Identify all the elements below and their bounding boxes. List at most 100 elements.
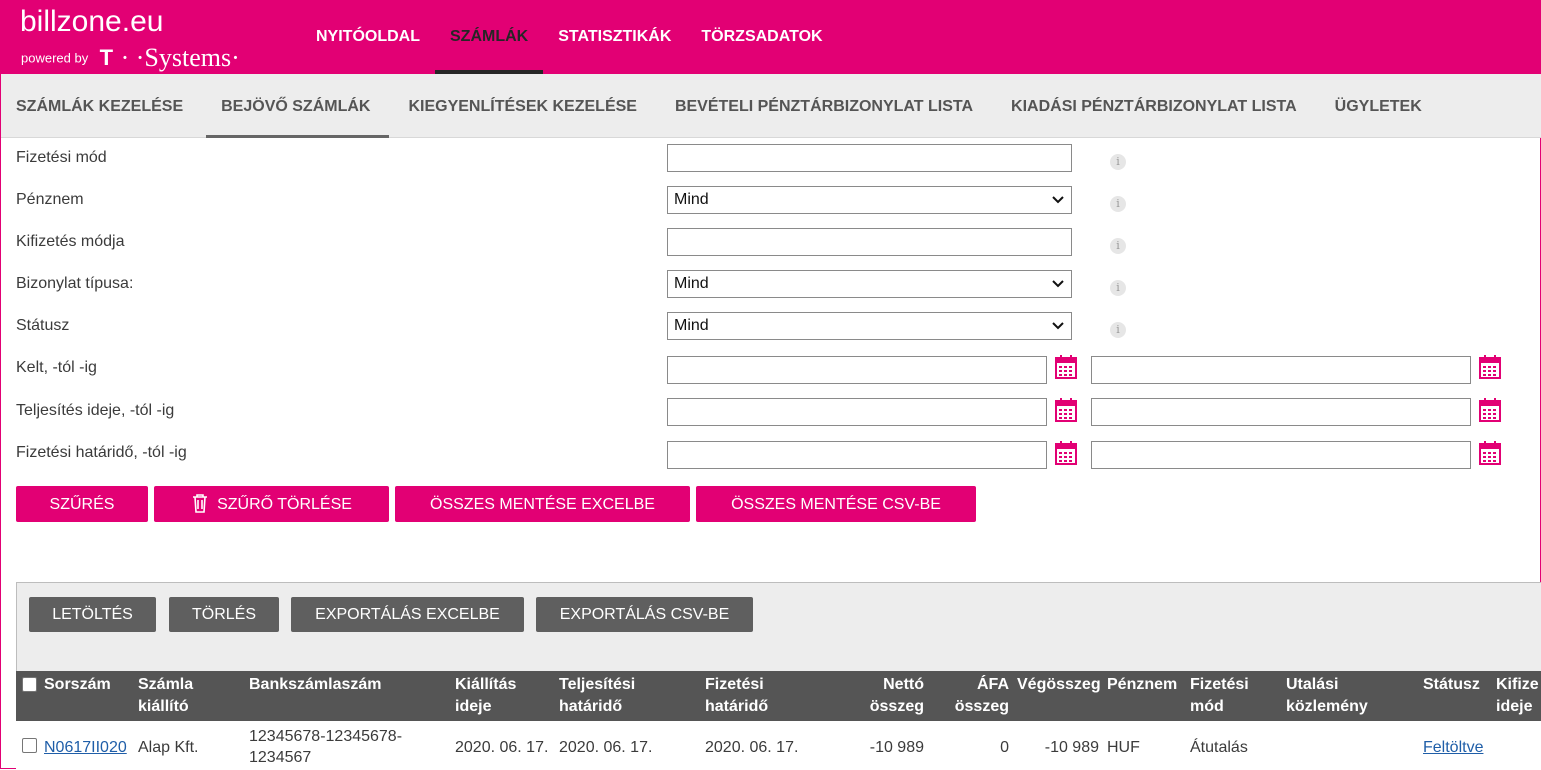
label-kifizetes-modja: Kifizetés módja [16, 233, 125, 250]
calendar-icon[interactable] [1478, 354, 1502, 380]
download-button[interactable]: LETÖLTÉS [29, 597, 156, 632]
row-checkbox[interactable] [22, 738, 37, 753]
clear-filter-button[interactable]: SZŰRŐ TÖRLÉSE [154, 486, 389, 522]
col-kifizetes-ideje[interactable]: Kifize ideje [1496, 674, 1541, 718]
tab-beveteli-penztarbizonylat-lista[interactable]: BEVÉTELI PÉNZTÁRBIZONYLAT LISTA [660, 74, 992, 137]
info-icon[interactable]: i [1110, 196, 1126, 212]
hatarido-from-input[interactable] [667, 441, 1047, 469]
tab-kiadasi-penztarbizonylat-lista[interactable]: KIADÁSI PÉNZTÁRBIZONYLAT LISTA [996, 74, 1316, 137]
col-kiallitas-ideje[interactable]: Kiállítás ideje [455, 674, 516, 718]
col-penznem[interactable]: Pénznem [1107, 674, 1177, 696]
col-szamla-kiallito[interactable]: Számla kiállító [138, 674, 193, 718]
fizetesi-mod-input[interactable] [667, 144, 1072, 172]
col-kiallitas-line2: ideje [455, 698, 492, 715]
cell-bank-line2: 1234567 [249, 749, 312, 766]
label-teljesites-ideje: Teljesítés ideje, -tól -ig [16, 402, 175, 419]
select-all-checkbox[interactable] [22, 677, 37, 692]
label-statusz: Státusz [16, 317, 70, 334]
info-icon[interactable]: i [1110, 238, 1126, 254]
col-teljesitesi-hatarido[interactable]: Teljesítési határidő [559, 674, 635, 718]
col-kifiz-line2: ideje [1496, 698, 1533, 715]
save-all-excel-button[interactable]: ÖSSZES MENTÉSE EXCELBE [395, 486, 690, 522]
col-fizetesi-line2: határidő [705, 698, 769, 715]
logo-systems: · ·Systems· [120, 43, 240, 72]
nav-szamlak[interactable]: SZÁMLÁK [435, 1, 544, 74]
chevron-down-icon [1052, 322, 1064, 330]
hatarido-to-input[interactable] [1091, 441, 1471, 469]
logo-tagline: powered by T · ·Systems· [21, 43, 240, 73]
cell-vegosszeg: -10 989 [1044, 739, 1099, 756]
col-szamla-kiallito-line1: Számla [138, 676, 194, 693]
label-bizonylat-tipusa: Bizonylat típusa: [16, 275, 134, 292]
trash-icon [193, 493, 208, 513]
chevron-down-icon [1052, 196, 1064, 204]
cell-netto: -10 989 [869, 739, 924, 756]
penznem-select[interactable]: Mind [667, 186, 1072, 214]
billzone-logo[interactable]: billzone.eu powered by T · ·Systems· [20, 5, 240, 72]
teljesites-from-input[interactable] [667, 398, 1047, 426]
nav-nyitooldal[interactable]: NYITÓOLDAL [301, 1, 435, 74]
col-bankszamlaszam[interactable]: Bankszámlaszám [249, 674, 382, 696]
tab-ugyletek[interactable]: ÜGYLETEK [1320, 74, 1441, 137]
col-kiallitas-line1: Kiállítás [455, 676, 517, 693]
bizonylat-tipusa-select[interactable]: Mind [667, 270, 1072, 298]
save-all-csv-button[interactable]: ÖSSZES MENTÉSE CSV-BE [696, 486, 976, 522]
col-szamla-kiallito-line2: kiállító [138, 698, 189, 715]
status-link[interactable]: Feltöltve [1423, 737, 1483, 758]
col-netto-osszeg[interactable]: Nettó összeg [861, 674, 924, 718]
calendar-icon[interactable] [1054, 397, 1078, 423]
tab-szamlak-kezelese[interactable]: SZÁMLÁK KEZELÉSE [1, 74, 202, 137]
cell-bank-line1: 12345678-12345678- [249, 728, 403, 745]
tab-bejovo-szamlak[interactable]: BEJÖVŐ SZÁMLÁK [206, 74, 390, 138]
col-afa-line1: ÁFA [977, 676, 1009, 693]
tab-kiegyenlitesek-kezelese[interactable]: KIEGYENLÍTÉSEK KEZELÉSE [393, 74, 655, 137]
cell-fizetesi-hatarido: 2020. 06. 17. [705, 739, 799, 756]
label-fizetesi-hatarido: Fizetési határidő, -tól -ig [16, 444, 187, 461]
calendar-icon[interactable] [1054, 354, 1078, 380]
col-afa-line2: összeg [954, 698, 1009, 715]
kelt-from-input[interactable] [667, 356, 1047, 384]
logo-powered-by: powered by [21, 50, 89, 66]
logo-wordmark: billzone.eu [20, 5, 164, 38]
col-afa-osszeg[interactable]: ÁFA összeg [949, 674, 1009, 718]
statusz-value: Mind [674, 317, 709, 334]
clear-filter-label: SZŰRŐ TÖRLÉSE [217, 496, 352, 513]
calendar-icon[interactable] [1478, 440, 1502, 466]
penznem-value: Mind [674, 191, 709, 208]
calendar-icon[interactable] [1478, 397, 1502, 423]
col-fizmod-line1: Fizetési [1190, 676, 1249, 693]
nav-statisztikak[interactable]: STATISZTIKÁK [543, 1, 686, 74]
col-utalasi-kozlemeny[interactable]: Utalási közlemény [1286, 674, 1368, 718]
label-fizetesi-mod: Fizetési mód [16, 149, 107, 166]
main-nav: NYITÓOLDAL SZÁMLÁK STATISZTIKÁK TÖRZSADA… [301, 1, 838, 74]
col-netto-line2: összeg [869, 698, 924, 715]
cell-kiallito: Alap Kft. [138, 739, 199, 756]
info-icon[interactable]: i [1110, 322, 1126, 338]
col-fizmod-line2: mód [1190, 698, 1224, 715]
invoice-number-link[interactable]: N0617II020 [44, 737, 127, 758]
col-kifiz-line1: Kifize [1496, 676, 1539, 693]
top-header: billzone.eu powered by T · ·Systems· NYI… [1, 1, 1541, 74]
delete-button[interactable]: TÖRLÉS [169, 597, 279, 632]
col-fizetesi-hatarido[interactable]: Fizetési határidő [705, 674, 768, 718]
col-fizetesi-mod[interactable]: Fizetési mód [1190, 674, 1249, 718]
kelt-to-input[interactable] [1091, 356, 1471, 384]
col-utalasi-line2: közlemény [1286, 698, 1368, 715]
col-vegosszeg[interactable]: Végösszeg [1017, 674, 1101, 696]
cell-kiallitas: 2020. 06. 17. [455, 739, 549, 756]
col-statusz[interactable]: Státusz [1423, 674, 1480, 696]
nav-torzsadatok[interactable]: TÖRZSADATOK [686, 1, 837, 74]
statusz-select[interactable]: Mind [667, 312, 1072, 340]
teljesites-to-input[interactable] [1091, 398, 1471, 426]
label-penznem: Pénznem [16, 191, 84, 208]
kifizetes-modja-input[interactable] [667, 228, 1072, 256]
col-sorszam[interactable]: Sorszám [44, 674, 111, 696]
info-icon[interactable]: i [1110, 280, 1126, 296]
cell-afa: 0 [1000, 739, 1009, 756]
sub-nav: SZÁMLÁK KEZELÉSE BEJÖVŐ SZÁMLÁK KIEGYENL… [1, 74, 1541, 138]
filter-button[interactable]: SZŰRÉS [16, 486, 148, 522]
export-excel-button[interactable]: EXPORTÁLÁS EXCELBE [291, 597, 524, 632]
info-icon[interactable]: i [1110, 154, 1126, 170]
export-csv-button[interactable]: EXPORTÁLÁS CSV-BE [536, 597, 753, 632]
calendar-icon[interactable] [1054, 440, 1078, 466]
